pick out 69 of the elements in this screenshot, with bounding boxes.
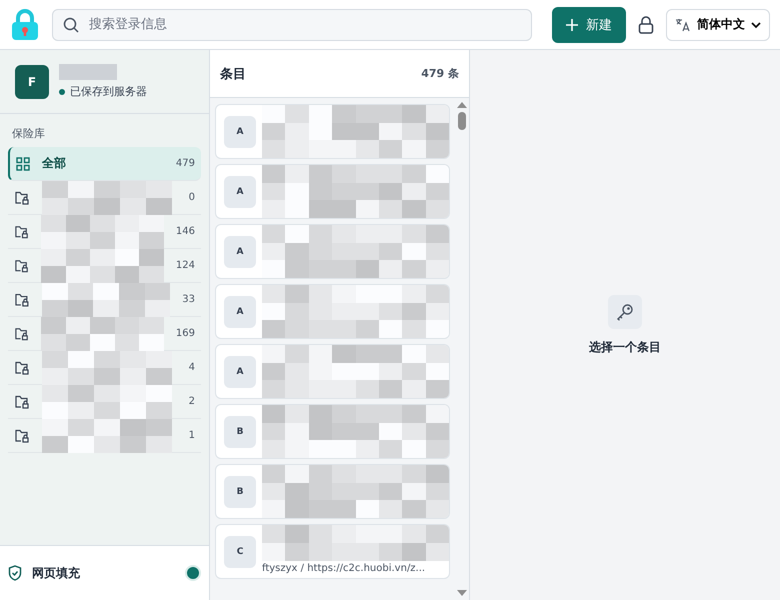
item-count: 479 [176, 158, 195, 169]
item-count: 4 [188, 362, 195, 373]
entry-card[interactable]: B [215, 404, 450, 459]
entry-badge: B [224, 416, 256, 448]
key-icon [608, 294, 642, 328]
plus-icon [566, 18, 578, 30]
vault-item[interactable]: 1 [8, 419, 201, 453]
item-count: 124 [176, 260, 195, 271]
search-input[interactable]: 搜索登录信息 [87, 16, 521, 33]
entry-badge: A [224, 356, 256, 388]
locked-folder-icon [14, 292, 30, 306]
entry-card[interactable]: A [215, 284, 450, 339]
lock-icon[interactable] [638, 16, 654, 34]
vault-item[interactable]: 33 [8, 283, 201, 317]
scrollbar-thumb[interactable] [458, 112, 466, 130]
user-avatar: F [15, 64, 49, 98]
entry-card[interactable]: A [215, 164, 450, 219]
redacted-name [59, 64, 117, 80]
empty-state-text: 选择一个条目 [589, 338, 661, 356]
scroll-up-icon[interactable] [457, 102, 467, 108]
shield-check-icon [8, 565, 22, 581]
autofill-label: 网页填充 [32, 564, 80, 582]
locked-folder-icon [14, 190, 30, 204]
entry-card[interactable]: C ftyszyx / https://c2c.huobi.vn/z... [215, 524, 450, 579]
grid-icon [16, 156, 30, 170]
entry-count: 479 条 [421, 66, 459, 81]
scroll-down-icon[interactable] [457, 590, 467, 596]
language-selector[interactable]: 简体中文 [666, 8, 770, 40]
autofill-toggle[interactable] [185, 565, 201, 581]
entry-badge: A [224, 236, 256, 268]
padlock-logo [10, 8, 40, 40]
locked-folder-icon [14, 360, 30, 374]
vault-item[interactable]: 2 [8, 385, 201, 419]
sync-status: 已保存到服务器 [59, 84, 147, 99]
search-field[interactable]: 搜索登录信息 [52, 8, 532, 40]
vault-item[interactable]: 0 [8, 181, 201, 215]
chevron-down-icon [751, 20, 761, 28]
item-count: 169 [176, 328, 195, 339]
entry-badge: B [224, 476, 256, 508]
item-count: 33 [182, 294, 195, 305]
translate-icon [675, 18, 691, 32]
locked-folder-icon [14, 326, 30, 340]
list-title: 条目 [220, 66, 246, 82]
entry-badge: A [224, 176, 256, 208]
search-icon [63, 16, 79, 32]
item-count: 0 [188, 192, 195, 203]
item-count: 146 [176, 226, 195, 237]
vault-item[interactable]: 169 [8, 317, 201, 351]
entry-badge: A [224, 116, 256, 148]
locked-folder-icon [14, 394, 30, 408]
entry-card[interactable]: A [215, 224, 450, 279]
entry-badge: A [224, 296, 256, 328]
vault-label: 全部 [42, 155, 67, 172]
locked-folder-icon [14, 258, 30, 272]
entry-card[interactable]: A [215, 104, 450, 159]
entry-subtitle: ftyszyx / https://c2c.huobi.vn/z... [262, 563, 426, 574]
locked-folder-icon [14, 224, 30, 238]
locked-folder-icon [14, 428, 30, 442]
entry-badge: C [224, 536, 256, 568]
vault-item[interactable]: 4 [8, 351, 201, 385]
entry-card[interactable]: B [215, 464, 450, 519]
vault-item[interactable]: 146 [8, 215, 201, 249]
item-count: 2 [188, 396, 195, 407]
entry-card[interactable]: A [215, 344, 450, 399]
section-label: 保险库 [11, 126, 46, 142]
vault-item[interactable]: 全部 479 [8, 147, 201, 181]
item-count: 1 [188, 430, 195, 441]
new-button[interactable]: 新建 [552, 6, 626, 42]
vault-item[interactable]: 124 [8, 249, 201, 283]
